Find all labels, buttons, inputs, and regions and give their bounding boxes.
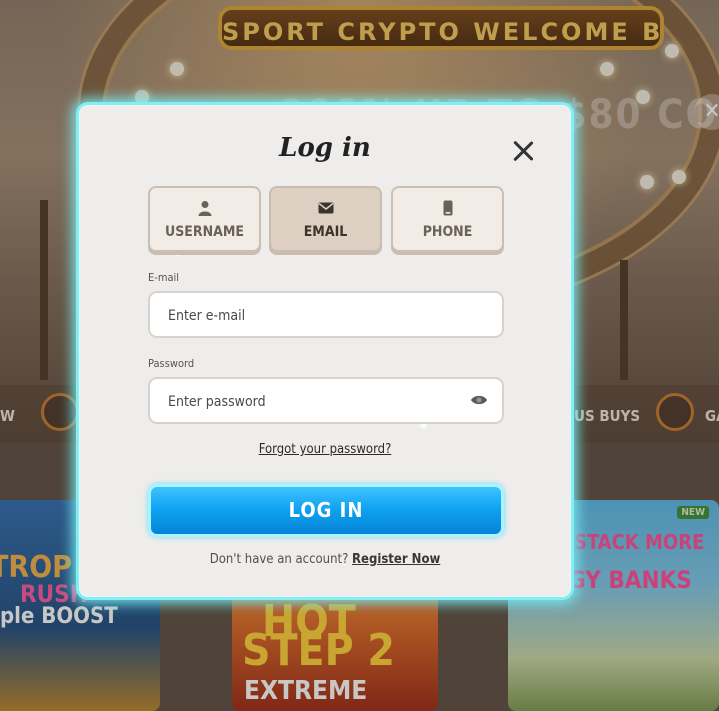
password-label: Password xyxy=(148,357,195,370)
user-icon xyxy=(198,201,211,216)
register-link[interactable]: Register Now xyxy=(352,552,440,567)
register-prompt: Don't have an account? xyxy=(209,552,349,567)
tab-email[interactable]: EMAIL xyxy=(269,186,382,252)
envelope-icon xyxy=(318,202,333,214)
close-icon[interactable] xyxy=(511,139,535,163)
tab-phone[interactable]: PHONE xyxy=(391,186,504,252)
password-field-box[interactable] xyxy=(148,377,504,424)
tab-username[interactable]: USERNAME xyxy=(148,186,261,252)
modal-title: Log in xyxy=(279,133,371,163)
phone-icon xyxy=(443,200,452,216)
email-field-box[interactable] xyxy=(148,291,504,338)
email-label: E-mail xyxy=(148,271,180,284)
tab-label: EMAIL xyxy=(303,224,348,240)
tab-label: PHONE xyxy=(422,224,473,240)
password-field[interactable] xyxy=(166,379,470,424)
forgot-password-link[interactable]: Forgot your password? xyxy=(79,442,571,457)
email-field[interactable] xyxy=(166,293,470,338)
eye-icon[interactable] xyxy=(470,393,488,407)
register-prompt-line: Don't have an account? Register Now xyxy=(79,552,571,567)
tab-label: USERNAME xyxy=(164,224,245,240)
login-modal: Log in USERNAME EMAIL PHONE E-mail Passw… xyxy=(76,102,574,600)
login-button[interactable]: LOG IN xyxy=(148,484,504,537)
